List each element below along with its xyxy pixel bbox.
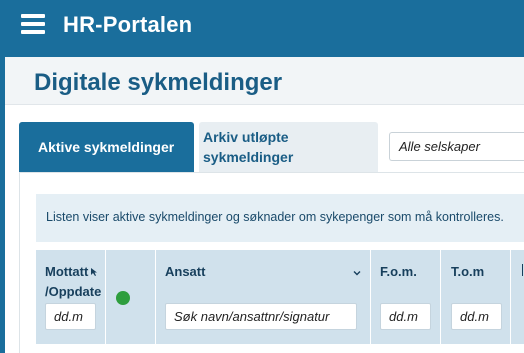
chevron-down-icon[interactable] <box>353 269 361 277</box>
column-received[interactable]: Mottatt /Oppdate dd.m <box>36 250 106 344</box>
hamburger-menu-icon[interactable] <box>21 14 45 34</box>
column-more <box>511 250 524 344</box>
main-panel: Digitale sykmeldinger Aktive sykmeldinge… <box>5 57 524 353</box>
tab-archive-expired[interactable]: Arkiv utløpte sykmeldinger <box>199 122 378 172</box>
column-to-date[interactable]: T.o.m dd.m <box>441 250 511 344</box>
from-date-filter[interactable]: dd.m <box>380 303 431 330</box>
info-message: Listen viser aktive sykmeldinger og søkn… <box>36 194 524 242</box>
column-to-label: T.o.m <box>451 264 485 279</box>
column-status <box>106 250 156 344</box>
table-header: Mottatt /Oppdate dd.m Ansatt Søk navn/an… <box>36 250 524 344</box>
tab-active-sick-leaves[interactable]: Aktive sykmeldinger <box>19 122 194 172</box>
column-employee[interactable]: Ansatt Søk navn/ansattnr/signatur <box>156 250 371 344</box>
column-received-label: Mottatt /Oppdate <box>45 264 102 299</box>
page-title: Digitale sykmeldinger <box>34 69 283 96</box>
employee-search-input[interactable]: Søk navn/ansattnr/signatur <box>165 303 357 330</box>
received-date-filter[interactable]: dd.m <box>45 303 96 330</box>
cursor-icon <box>91 268 97 276</box>
column-from-date[interactable]: F.o.m. dd.m <box>371 250 441 344</box>
app-title: HR-Portalen <box>63 12 193 37</box>
to-date-filter[interactable]: dd.m <box>451 303 502 330</box>
tab-content: Listen viser aktive sykmeldinger og søkn… <box>19 172 524 353</box>
column-from-label: F.o.m. <box>380 264 417 279</box>
app-header: HR-Portalen <box>0 0 524 56</box>
table-row[interactable] <box>36 344 524 353</box>
column-divider <box>522 264 523 276</box>
company-select[interactable]: Alle selskaper <box>389 132 524 161</box>
status-ok-icon <box>116 291 130 305</box>
page-header: Digitale sykmeldinger <box>5 57 524 105</box>
column-employee-label: Ansatt <box>165 264 206 279</box>
